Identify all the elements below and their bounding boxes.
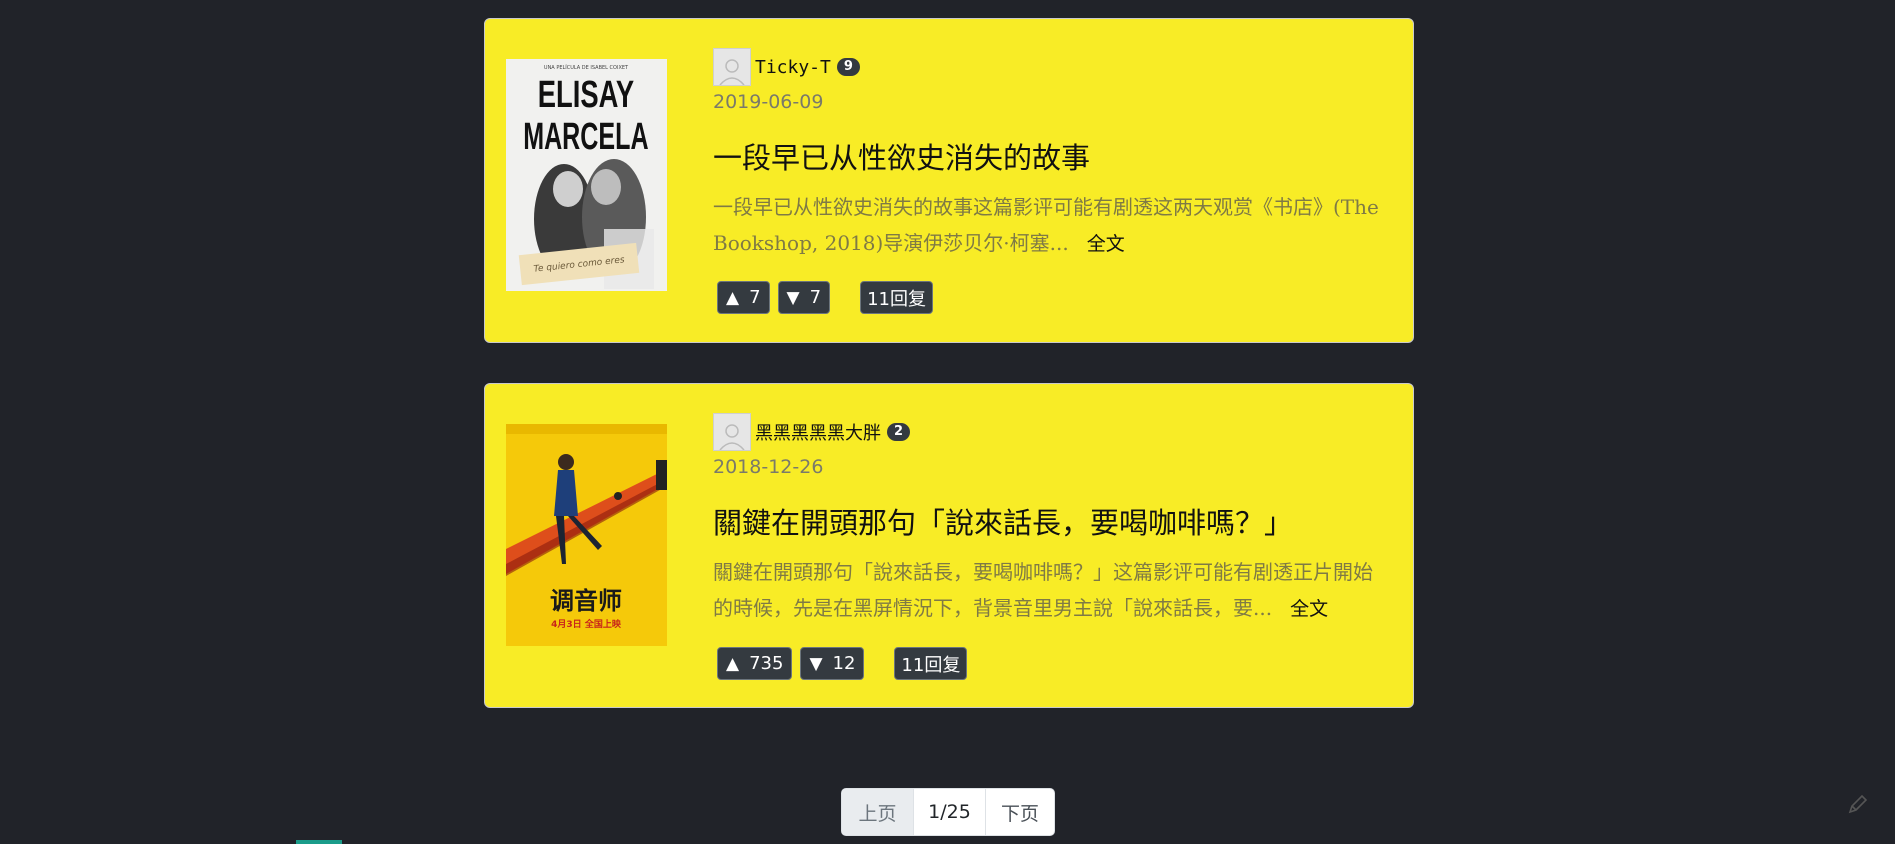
excerpt-text: 一段早已从性欲史消失的故事这篇影评可能有剧透这两天观赏《书店》(The Book… — [713, 195, 1379, 255]
replies-button[interactable]: 11回复 — [860, 281, 933, 314]
pencil-icon — [1848, 794, 1868, 814]
poster-image-elisa: UNA PELÍCULA DE ISABEL COIXET ELISAY MAR… — [506, 59, 667, 291]
user-line: 黑黑黑黑黑大胖 2 — [713, 412, 1383, 452]
avatar[interactable] — [713, 413, 751, 451]
user-avatar-icon — [719, 59, 745, 85]
downvote-count: 7 — [809, 287, 822, 308]
downvote-count: 12 — [832, 653, 856, 674]
poster-release: 4月3日 全国上映 — [551, 618, 622, 630]
review-title[interactable]: 一段早已从性欲史消失的故事 — [713, 135, 1383, 177]
downvote-button[interactable]: ▼ 12 — [800, 647, 865, 680]
poster-image-andhadhun: 调音师 4月3日 全国上映 — [506, 424, 667, 646]
poster-title-line1: ELISAY — [538, 74, 634, 116]
review-actions: ▲ 7 ▼ 7 11回复 — [717, 281, 941, 314]
upvote-button[interactable]: ▲ 735 — [717, 647, 793, 680]
bottom-accent-bar — [296, 840, 342, 844]
user-line: Ticky-T 9 — [713, 47, 1383, 87]
next-page-button[interactable]: 下页 — [986, 789, 1054, 835]
excerpt-text: 關鍵在開頭那句「說來話長，要喝咖啡嗎？」这篇影评可能有剧透正片開始的時候，先是在… — [713, 560, 1373, 620]
poster-top-text: UNA PELÍCULA DE ISABEL COIXET — [544, 64, 629, 71]
username[interactable]: 黑黑黑黑黑大胖 — [755, 419, 881, 445]
read-more-link[interactable]: 全文 — [1290, 598, 1328, 620]
username[interactable]: Ticky-T — [755, 57, 831, 78]
poster-title-line2: MARCELA — [523, 115, 648, 157]
user-badge: 2 — [887, 423, 911, 441]
read-more-link[interactable]: 全文 — [1087, 233, 1125, 255]
pagination: 上页 1/25 下页 — [841, 788, 1055, 836]
poster-title: 调音师 — [550, 587, 622, 615]
floating-edit-button[interactable] — [1846, 792, 1870, 820]
review-card: 调音师 4月3日 全国上映 黑黑黑黑黑大胖 2 2018-12-26 關鍵在開頭… — [484, 383, 1414, 708]
movie-poster[interactable]: UNA PELÍCULA DE ISABEL COIXET ELISAY MAR… — [506, 59, 667, 291]
upvote-count: 7 — [749, 287, 761, 308]
avatar[interactable] — [713, 48, 751, 86]
prev-page-button[interactable]: 上页 — [842, 789, 914, 835]
review-title[interactable]: 關鍵在開頭那句「說來話長，要喝咖啡嗎？」 — [713, 500, 1383, 542]
triangle-up-icon: ▲ — [726, 653, 740, 674]
user-badge: 9 — [836, 58, 860, 76]
triangle-down-icon: ▼ — [809, 653, 823, 674]
review-date: 2019-06-09 — [713, 91, 824, 113]
user-avatar-icon — [719, 424, 745, 450]
review-excerpt: 關鍵在開頭那句「說來話長，要喝咖啡嗎？」这篇影评可能有剧透正片開始的時候，先是在… — [713, 554, 1383, 627]
upvote-count: 735 — [749, 653, 784, 674]
review-date: 2018-12-26 — [713, 456, 824, 478]
replies-button[interactable]: 11回复 — [894, 647, 968, 680]
review-card: UNA PELÍCULA DE ISABEL COIXET ELISAY MAR… — [484, 18, 1414, 343]
page-indicator: 1/25 — [914, 789, 986, 835]
movie-poster[interactable]: 调音师 4月3日 全国上映 — [506, 424, 667, 646]
triangle-up-icon: ▲ — [726, 287, 740, 308]
triangle-down-icon: ▼ — [786, 287, 800, 308]
downvote-button[interactable]: ▼ 7 — [777, 281, 831, 314]
review-content: Ticky-T 9 2019-06-09 一段早已从性欲史消失的故事 一段早已从… — [713, 47, 1383, 262]
review-content: 黑黑黑黑黑大胖 2 2018-12-26 關鍵在開頭那句「說來話長，要喝咖啡嗎？… — [713, 412, 1383, 627]
review-excerpt: 一段早已从性欲史消失的故事这篇影评可能有剧透这两天观赏《书店》(The Book… — [713, 189, 1383, 262]
upvote-button[interactable]: ▲ 7 — [717, 281, 770, 314]
review-actions: ▲ 735 ▼ 12 11回复 — [717, 647, 975, 680]
